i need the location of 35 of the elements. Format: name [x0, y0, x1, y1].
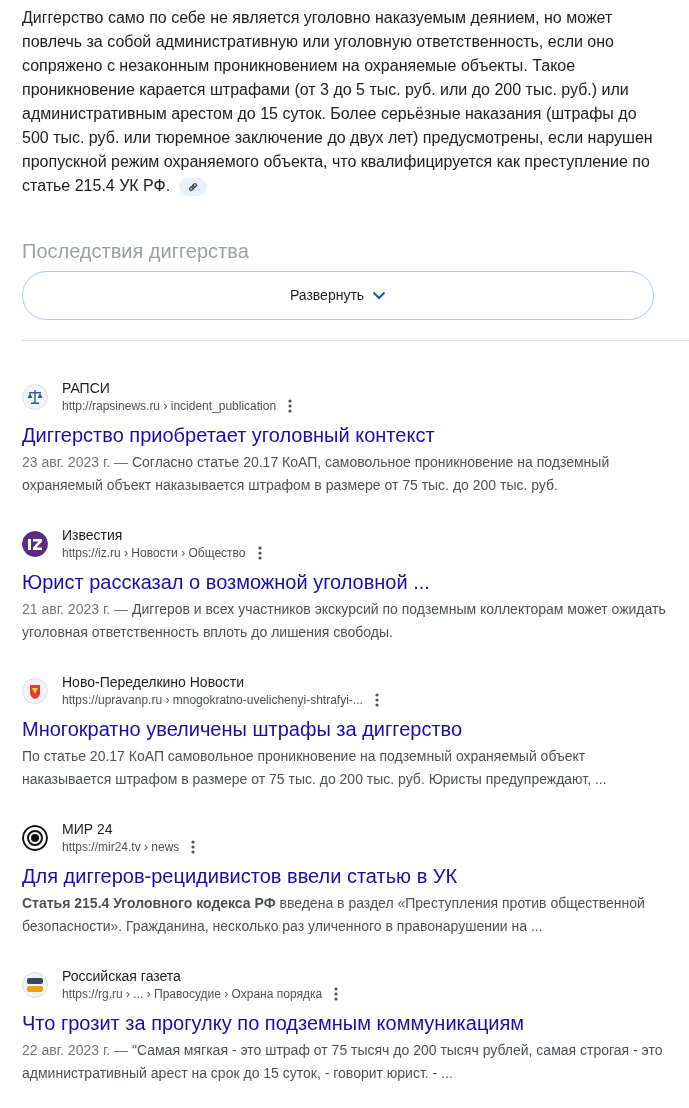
site-name: РАПСИ — [62, 379, 111, 397]
result-url[interactable]: https://rg.ru › ... › Правосудие › Охрана порядка — [62, 985, 323, 1003]
result-url[interactable]: https://mir24.tv › news — [62, 838, 180, 856]
result-snippet: 21 авг. 2023 г. — Диггеров и всех участников экскурсий по подземным коллекторам может ожидать уголовная ответственность вплоть до лишения свободы. — [22, 600, 667, 642]
more-options-icon[interactable] — [288, 399, 293, 413]
result-title[interactable]: Юрист рассказал о возможной уголовной ... — [22, 568, 667, 596]
more-options-icon[interactable] — [257, 546, 262, 560]
coat-of-arms-icon — [22, 678, 48, 704]
result-snippet: Статья 215.4 Уголовного кодекса РФ введена в раздел «Преступления против общественной безопасности». Гражданина, несколько раз уличенного в правонарушении на ... — [22, 894, 646, 936]
result-snippet: 23 авг. 2023 г. — Согласно статье 20.17 КоАП, самовольное проникновение на подземный охраняемый объект наказывается штрафом в размере от 75 тыс. до 200 тыс. руб. — [22, 453, 611, 495]
result-url[interactable]: https://iz.ru › Новости › Общество — [62, 544, 246, 562]
result-title[interactable]: Что грозит за прогулку по подземным коммуникациям — [22, 1009, 667, 1037]
logo-icon — [22, 825, 48, 851]
result-url[interactable]: http://rapsinews.ru › incident_publication — [62, 397, 277, 415]
result-title[interactable]: Диггерство приобретает уголовный контекст — [22, 421, 667, 449]
faded-heading: Последствия диггерства — [22, 239, 250, 262]
result-snippet: По статье 20.17 КоАП самовольное проникновение на подземный охраняемый объект наказывается штрафом в размере от 75 тыс. до 200 тыс. руб. Юристы предупреждают, ... — [22, 747, 608, 789]
site-name: Известия — [62, 526, 124, 544]
source-link[interactable] — [178, 177, 207, 196]
scales-icon — [22, 384, 48, 410]
result-title[interactable]: Для диггеров-рецидивистов ввели статью в УК — [22, 862, 667, 890]
logo-icon — [22, 972, 48, 998]
more-options-icon[interactable] — [334, 987, 339, 1001]
result-title[interactable]: Многократно увеличены штрафы за диггерство — [22, 715, 667, 743]
more-options-icon[interactable] — [374, 693, 379, 707]
result-snippet: 22 авг. 2023 г. — "Самая мягкая - это штраф от 75 тысяч до 200 тысяч рублей, самая строгая - это административный арест на срок до 15 суток, - говорит юрист. - ... — [22, 1041, 664, 1083]
result-url[interactable]: https://upravanp.ru › mnogokratno-uvelichenyi-shtrafyi-... — [62, 691, 363, 709]
more-options-icon[interactable] — [191, 840, 196, 854]
chevron-down-icon — [372, 291, 387, 300]
site-name: Ново-Переделкино Новости — [62, 673, 245, 691]
site-name: МИР 24 — [62, 820, 114, 838]
link-icon — [187, 181, 198, 192]
overview-paragraph: Диггерство само по себе не является уголовно наказуемым деянием, но может повлечь за собой административную или уголовную ответственность, если оно сопряжено с незаконным проникновением на охраняемые объекты. Такое проникновение карается штрафами (от 3 до 5 тыс. руб. или до 200 тыс. руб.) или административным арестом до 15 суток. Более серьёзные наказания (штрафы до 500 тыс. руб. или тюремное заключение до двух лет) предусмотрены, если нарушен пропускной режим охраняемого объекта, что квалифицируется как преступление по статье 215.4 УК РФ. — [22, 8, 654, 198]
logo-icon — [22, 531, 48, 557]
site-name: Российская газета — [62, 967, 182, 985]
